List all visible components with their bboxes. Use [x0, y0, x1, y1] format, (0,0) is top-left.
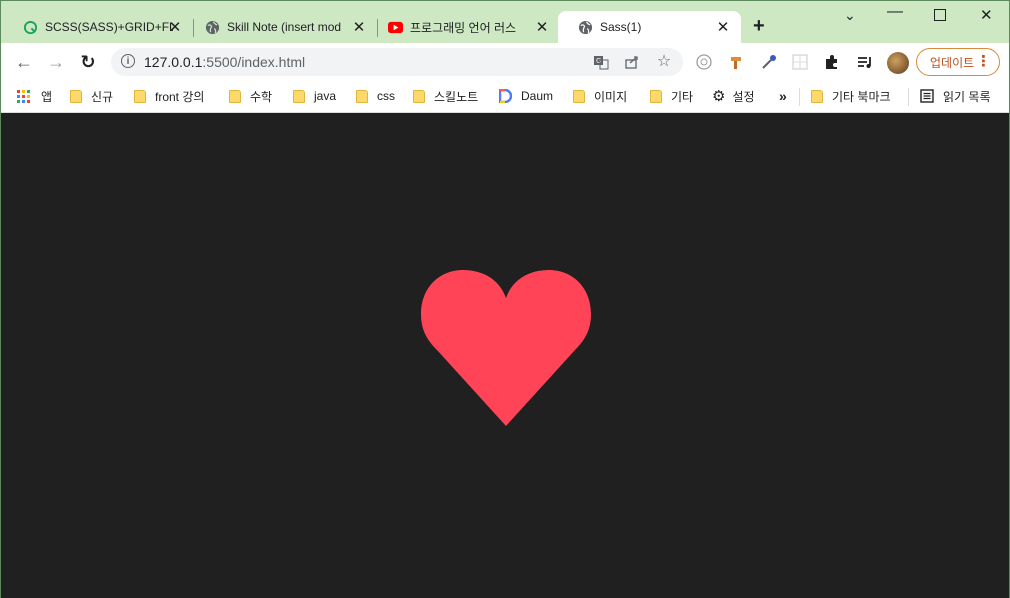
bookmark-folder-skillnote[interactable]: 스킬노트 — [413, 87, 478, 105]
bookmark-label: 설정 — [732, 89, 755, 104]
folder-icon — [293, 89, 305, 103]
update-button[interactable]: 업데이트 ⋮ — [916, 48, 1000, 76]
back-button[interactable]: ← — [13, 51, 35, 73]
bookmarks-overflow-button[interactable]: » — [779, 87, 787, 105]
tab-youtube[interactable]: 프로그래밍 언어 러스 ✕ — [368, 11, 560, 43]
youtube-icon — [388, 21, 403, 34]
more-menu-icon[interactable]: ⋮ — [976, 52, 991, 70]
reading-list[interactable]: 읽기 목록 — [920, 87, 991, 105]
bookmark-folder-etc[interactable]: 기타 — [650, 87, 693, 105]
extension-stamp-icon[interactable] — [728, 53, 746, 71]
daum-logo-icon — [499, 89, 512, 103]
bookmark-star-icon[interactable]: ☆ — [656, 54, 672, 70]
folder-icon — [573, 89, 585, 103]
bookmark-label: 기타 — [671, 89, 694, 104]
bookmark-label: 이미지 — [594, 89, 628, 104]
svg-text:G: G — [596, 57, 601, 65]
url-host: 127.0.0.1 — [144, 54, 203, 70]
close-icon[interactable]: ✕ — [351, 18, 367, 36]
tab-strip: SCSS(SASS)+GRID+FL ✕ Skill Note (insert … — [1, 1, 1009, 43]
forward-button[interactable]: → — [45, 51, 67, 73]
bookmark-label: 스킬노트 — [434, 89, 479, 104]
bookmark-folder-sinkyu[interactable]: 신규 — [70, 87, 113, 105]
puzzle-extensions-icon[interactable] — [823, 53, 841, 71]
bookmark-label: 신규 — [91, 89, 114, 104]
folder-icon — [413, 89, 425, 103]
tab-title: SCSS(SASS)+GRID+FL — [45, 20, 173, 34]
reload-button[interactable]: ↻ — [77, 51, 99, 73]
bookmark-label: css — [377, 89, 395, 103]
folder-icon — [356, 89, 368, 103]
folder-icon — [70, 89, 82, 103]
close-icon[interactable]: ✕ — [534, 18, 550, 36]
bookmark-folder-java[interactable]: java — [293, 87, 336, 105]
close-icon[interactable]: ✕ — [167, 18, 183, 36]
extension-grid-icon[interactable] — [791, 53, 809, 71]
bookmark-settings[interactable]: ⚙ 설정 — [712, 87, 755, 105]
bookmarks-bar: 앱 신규 front 강의 수학 java css 스킬노트 Daum 이미지 … — [1, 81, 1009, 113]
tab-title: Sass(1) — [600, 20, 642, 34]
tab-search-chevron-icon[interactable]: ⌄ — [844, 7, 856, 24]
reading-list-icon — [920, 89, 934, 103]
minimize-button[interactable]: — — [887, 3, 903, 21]
share-icon[interactable] — [624, 54, 640, 70]
tab-title: 프로그래밍 언어 러스 — [410, 20, 517, 35]
other-bookmarks-label: 기타 북마크 — [832, 89, 891, 104]
site-info-icon[interactable]: i — [121, 54, 135, 68]
url-path: :5500/index.html — [202, 54, 306, 70]
update-label: 업데이트 — [930, 55, 975, 70]
media-control-icon[interactable] — [856, 53, 874, 71]
bookmark-folder-math[interactable]: 수학 — [229, 87, 272, 105]
q-logo-icon — [23, 20, 38, 35]
tab-sass-active[interactable]: Sass(1) ✕ — [558, 11, 741, 43]
page-content — [1, 113, 1009, 598]
bookmark-folder-image[interactable]: 이미지 — [573, 87, 627, 105]
globe-icon — [205, 20, 220, 35]
extension-circle-icon[interactable] — [695, 53, 713, 71]
folder-icon — [229, 89, 241, 103]
url-text[interactable]: 127.0.0.1:5500/index.html — [144, 54, 305, 70]
apps-grid-icon — [17, 89, 30, 103]
bookmark-apps[interactable]: 앱 — [17, 87, 52, 105]
close-icon[interactable]: ✕ — [715, 18, 731, 36]
bookmarks-divider — [908, 88, 909, 106]
tab-skill-note[interactable]: Skill Note (insert mod ✕ — [185, 11, 377, 43]
bookmark-label: front 강의 — [155, 89, 205, 104]
reading-list-label: 읽기 목록 — [943, 89, 991, 104]
bookmark-label: 앱 — [41, 89, 53, 104]
heart-shape — [421, 270, 591, 426]
bookmark-label: Daum — [521, 89, 554, 103]
folder-icon — [134, 89, 146, 103]
new-tab-button[interactable]: + — [753, 15, 765, 38]
bookmark-daum[interactable]: Daum — [499, 87, 553, 105]
other-bookmarks[interactable]: 기타 북마크 — [811, 87, 891, 105]
eyedropper-icon[interactable] — [760, 53, 778, 71]
translate-icon[interactable]: G — [593, 54, 609, 70]
gear-icon: ⚙ — [712, 88, 726, 105]
bookmark-label: 수학 — [250, 89, 273, 104]
folder-icon — [650, 89, 662, 103]
browser-toolbar: ← → ↻ i 127.0.0.1:5500/index.html G ☆ 업데… — [1, 43, 1009, 81]
profile-avatar[interactable] — [887, 52, 909, 74]
close-window-button[interactable]: ✕ — [980, 6, 993, 24]
tab-scss-grid[interactable]: SCSS(SASS)+GRID+FL ✕ — [3, 11, 193, 43]
heart-path — [421, 270, 591, 426]
bookmark-folder-css[interactable]: css — [356, 87, 395, 105]
maximize-button[interactable] — [934, 9, 946, 21]
bookmark-label: java — [314, 89, 337, 103]
globe-icon — [578, 20, 593, 35]
bookmark-folder-front[interactable]: front 강의 — [134, 87, 204, 105]
folder-icon — [811, 89, 823, 103]
address-bar[interactable]: i 127.0.0.1:5500/index.html G ☆ — [111, 48, 683, 76]
tab-title: Skill Note (insert mod — [227, 20, 342, 34]
browser-window: SCSS(SASS)+GRID+FL ✕ Skill Note (insert … — [0, 0, 1010, 598]
bookmarks-divider — [799, 88, 800, 106]
